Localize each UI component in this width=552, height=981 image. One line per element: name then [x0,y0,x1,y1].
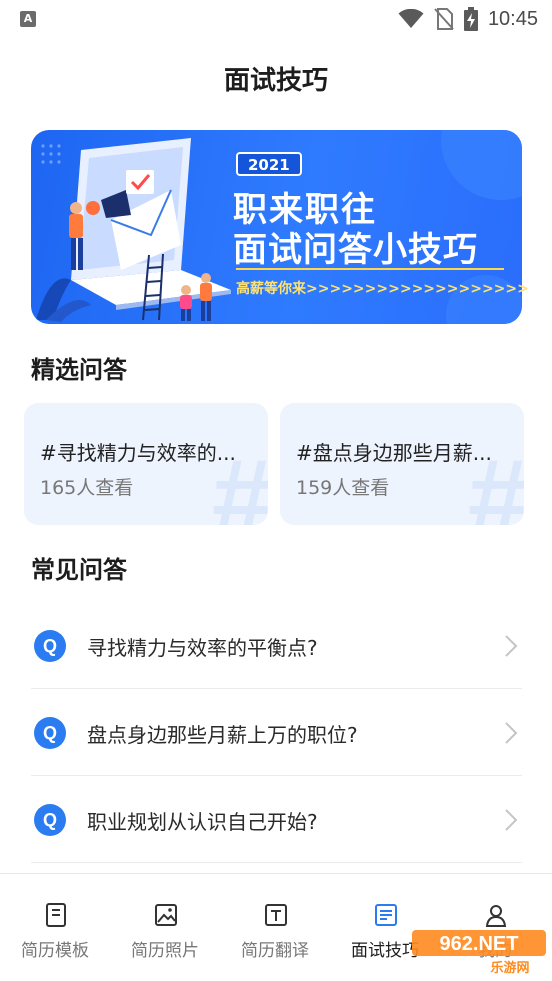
chevron-right-icon [505,722,518,744]
nav-tab-resume-photo[interactable]: 简历照片 [110,874,220,981]
chevron-right-icon [505,809,518,831]
faq-item-text: 职业规划从认识自己开始? [87,810,318,834]
wifi-icon [398,9,424,28]
chevron-right-icon [505,635,518,657]
banner-subheadline: 面试问答小技巧 [233,230,478,270]
banner-divider [236,268,504,270]
featured-card[interactable]: # #盘点身边那些月薪... 159人查看 [280,403,524,525]
featured-card[interactable]: # #寻找精力与效率的... 165人查看 [24,403,268,525]
banner-slogan: 高薪等你来>>>>>>>>>>>>>>>>>>> [236,281,529,297]
nav-tab-resume-translate[interactable]: 简历翻译 [220,874,330,981]
nav-label: 简历模板 [21,941,89,961]
q-badge-icon: Q [34,804,66,836]
nav-tab-resume-template[interactable]: 简历模板 [0,874,110,981]
svg-text:962.NET: 962.NET [440,933,519,955]
banner-year-badge: 2021 [236,152,302,176]
faq-item[interactable]: Q 职业规划从认识自己开始? [31,776,522,863]
faq-section-title: 常见问答 [31,556,127,584]
faq-item-text: 寻找精力与效率的平衡点? [87,636,318,660]
translate-icon [265,904,287,926]
status-icons: 10:45 [398,7,538,31]
faq-item[interactable]: Q 盘点身边那些月薪上万的职位? [31,689,522,776]
featured-card-views: 165人查看 [40,477,134,499]
interview-tips-icon [375,904,397,926]
featured-section-title: 精选问答 [31,356,127,384]
resume-template-icon [46,903,66,927]
battery-charging-icon [463,7,478,31]
svg-text:乐游网: 乐游网 [490,960,529,976]
faq-item[interactable]: Q 寻找精力与效率的平衡点? [31,602,522,689]
q-badge-icon: Q [34,717,66,749]
profile-icon [485,905,507,927]
nav-label: 简历照片 [131,941,199,961]
featured-card-title: #盘点身边那些月薪... [296,441,492,465]
no-sim-icon [434,8,454,30]
featured-card-views: 159人查看 [296,477,390,499]
q-badge-icon: Q [34,630,66,662]
clock: 10:45 [487,7,538,30]
featured-card-title: #寻找精力与效率的... [40,441,236,465]
watermark-logo: 962.NET 乐游网 [412,930,546,976]
faq-item-text: 盘点身边那些月薪上万的职位? [87,723,358,747]
nav-label: 简历翻译 [241,941,309,961]
photo-icon [155,904,177,926]
a-icon: A [20,11,36,27]
page-title: 面试技巧 [223,66,328,96]
status-bar: A 10:45 [0,0,552,40]
